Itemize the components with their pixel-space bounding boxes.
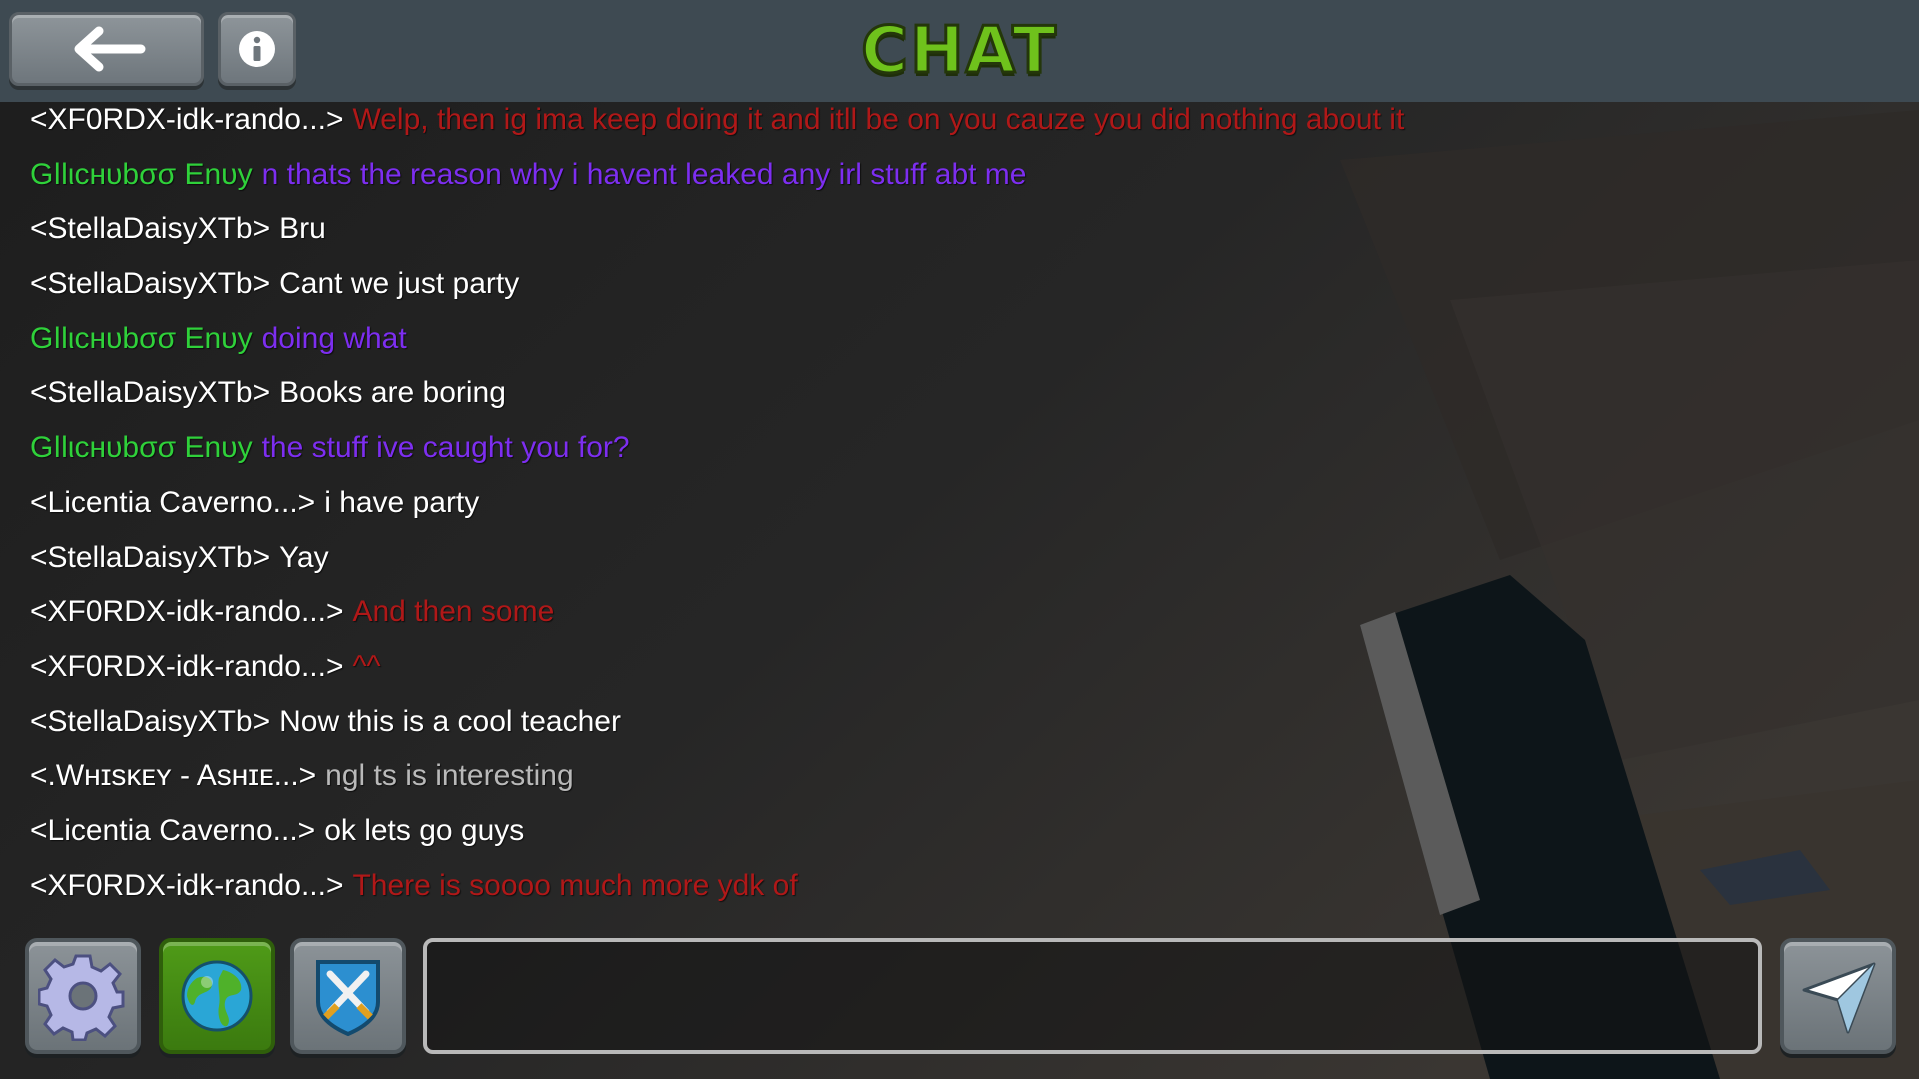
top-bar: CHAT (0, 0, 1919, 102)
settings-button[interactable] (25, 938, 141, 1054)
message-text: Now this is a cool teacher (279, 704, 621, 738)
chat-message: <Licentia Caverno...> i have party (30, 483, 1890, 538)
paper-plane-icon (1802, 962, 1876, 1034)
chat-message: <StellaDaisyXTb> Now this is a cool teach… (30, 702, 1890, 757)
message-text: Books are boring (279, 376, 506, 410)
chat-message: <XF0RDX-idk-rando...> ^^ (30, 647, 1890, 702)
message-text: And then some (352, 595, 555, 629)
message-sender[interactable]: <XF0RDX-idk-rando...> (30, 650, 343, 683)
message-sender[interactable]: <Licentia Caverno...> (30, 814, 315, 847)
message-text: i have party (324, 485, 480, 519)
chat-message: Gǀlιcнυbσσ Enυу the stuff ive caught you … (30, 428, 1890, 483)
info-icon (239, 31, 275, 67)
chat-message: <XF0RDX-idk-rando...> There is soooo much… (30, 866, 1890, 921)
message-sender[interactable]: <StellaDaisyXTb> (30, 376, 270, 409)
message-sender[interactable]: <XF0RDX-idk-rando...> (30, 103, 343, 136)
message-text: ok lets go guys (324, 813, 525, 847)
chat-message: <.Wʜɪsᴋᴇʏ - Asʜɪᴇ...> ngl ts is interesti… (30, 756, 1890, 811)
chat-message: <StellaDaisyXTb> Cant we just party (30, 264, 1890, 319)
back-button[interactable] (9, 12, 204, 86)
message-sender[interactable]: <XF0RDX-idk-rando...> (30, 595, 343, 628)
chat-message-list: <XF0RDX-idk-rando...> Welp, then ig ima k… (30, 100, 1890, 920)
chat-message: <StellaDaisyXTb> Books are boring (30, 373, 1890, 428)
message-sender[interactable]: Gǀlιcнυbσσ Enυу (30, 158, 253, 191)
message-text: doing what (261, 321, 407, 355)
chat-message: Gǀlιcнυbσσ Enυу doing what (30, 319, 1890, 374)
message-sender[interactable]: <Licentia Caverno...> (30, 486, 315, 519)
message-text: the stuff ive caught you for? (261, 431, 630, 465)
message-sender[interactable]: <StellaDaisyXTb> (30, 267, 270, 300)
message-text: ngl ts is interesting (325, 759, 574, 793)
globe-icon (181, 960, 253, 1032)
message-text: n thats the reason why i havent leaked a… (261, 157, 1027, 191)
message-text: There is soooo much more ydk of (352, 868, 798, 902)
message-sender[interactable]: Gǀlιcнυbσσ Enυу (30, 322, 253, 355)
chat-message: <StellaDaisyXTb> Bru (30, 209, 1890, 264)
message-sender[interactable]: <.Wʜɪsᴋᴇʏ - Asʜɪᴇ...> (30, 759, 316, 792)
message-text: Cant we just party (279, 267, 520, 301)
crossed-swords-shield-icon (316, 960, 380, 1037)
chat-message: <StellaDaisyXTb> Yay (30, 538, 1890, 593)
info-button[interactable] (218, 12, 296, 86)
chat-message: <Licentia Caverno...> ok lets go guys (30, 811, 1890, 866)
chat-message: Gǀlιcнυbσσ Enυу n thats the reason why i … (30, 155, 1890, 210)
message-sender[interactable]: <XF0RDX-idk-rando...> (30, 869, 343, 902)
message-sender[interactable]: <StellaDaisyXTb> (30, 541, 270, 574)
message-sender[interactable]: <StellaDaisyXTb> (30, 212, 270, 245)
message-sender[interactable]: Gǀlιcнυbσσ Enυу (30, 431, 253, 464)
back-arrow-icon (74, 26, 145, 72)
chat-message: <XF0RDX-idk-rando...> And then some (30, 592, 1890, 647)
chat-message: <XF0RDX-idk-rando...> Welp, then ig ima k… (30, 100, 1890, 155)
message-sender[interactable]: <StellaDaisyXTb> (30, 705, 270, 738)
message-text: ^^ (352, 649, 381, 683)
game-screen: CHAT <XF0RDX-idk-rando...> Welp, then ig … (0, 0, 1919, 1079)
message-text: Yay (279, 540, 329, 574)
send-button[interactable] (1780, 938, 1896, 1054)
gear-icon (38, 954, 125, 1041)
clan-chat-button[interactable] (290, 938, 406, 1054)
global-chat-button[interactable] (159, 938, 275, 1054)
message-text: Bru (279, 212, 326, 246)
chat-message-input[interactable] (423, 938, 1762, 1054)
message-text: Welp, then ig ima keep doing it and itll… (352, 103, 1405, 136)
